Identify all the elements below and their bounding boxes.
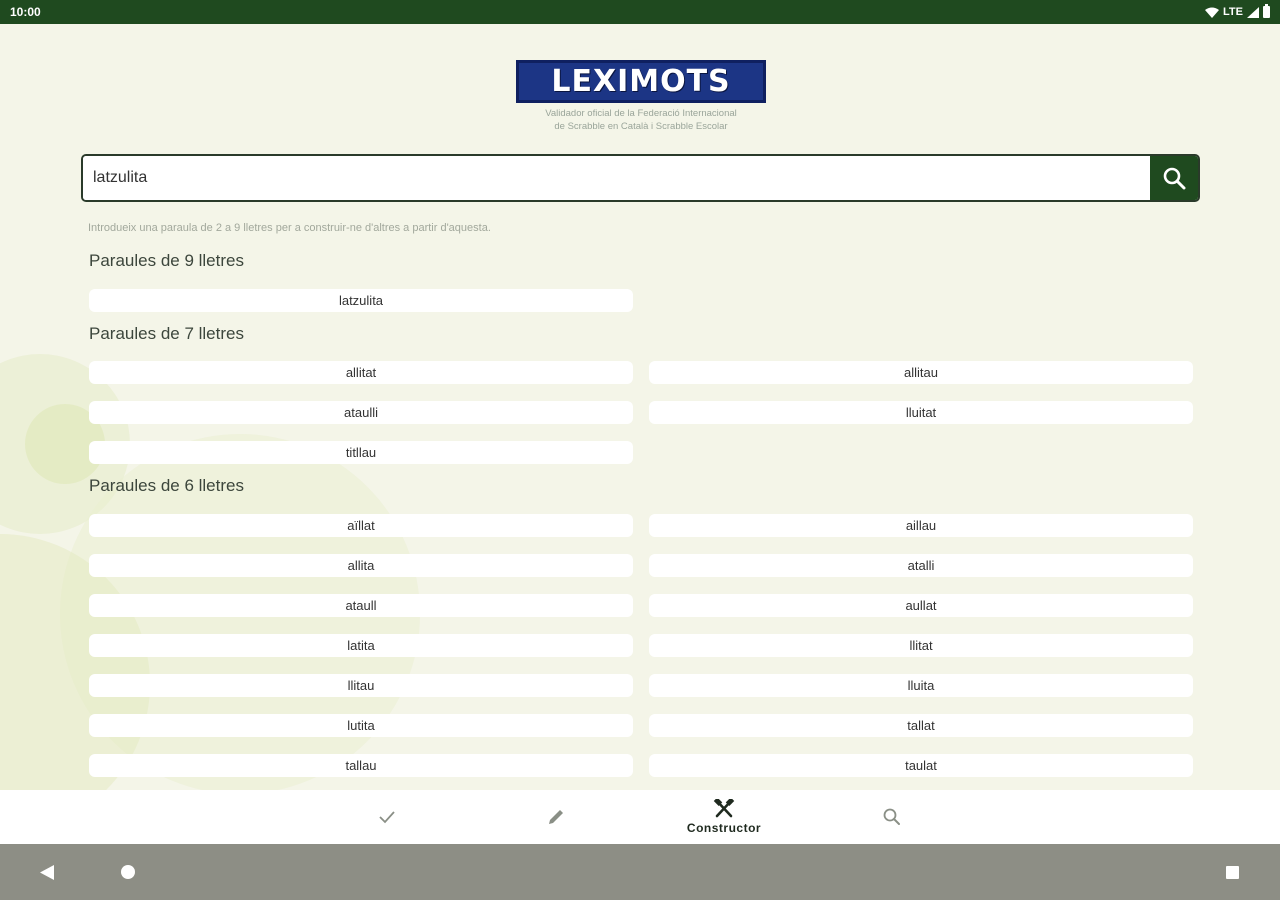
word-item[interactable]: tallau (89, 754, 633, 777)
wifi-icon (1205, 7, 1220, 18)
check-icon (379, 811, 395, 824)
search-bar (81, 154, 1200, 202)
word-item[interactable]: taulat (649, 754, 1193, 777)
section-title-7: Paraules de 7 lletres (89, 324, 244, 343)
word-item[interactable]: allita (89, 554, 633, 577)
word-item[interactable]: aïllat (89, 514, 633, 537)
status-time: 10:00 (10, 5, 41, 19)
logo-subtitle: Validador oficial de la Federació Intern… (516, 107, 766, 133)
search-icon (1163, 167, 1186, 190)
logo-box: LEXIMOTS (516, 60, 766, 103)
word-item[interactable]: llitau (89, 674, 633, 697)
network-type: LTE (1223, 6, 1243, 18)
word-item[interactable]: allitau (649, 361, 1193, 384)
word-item[interactable]: lluitat (649, 401, 1193, 424)
logo: LEXIMOTS Validador oficial de la Federac… (516, 60, 766, 133)
signal-icon (1247, 6, 1259, 18)
search-icon (883, 808, 900, 825)
home-icon[interactable] (121, 865, 135, 879)
word-item[interactable]: llitat (649, 634, 1193, 657)
section-title-6: Paraules de 6 lletres (89, 476, 244, 495)
nav-search[interactable] (842, 790, 942, 844)
section-title-9: Paraules de 9 lletres (89, 251, 244, 270)
word-item[interactable]: latita (89, 634, 633, 657)
pencil-icon (549, 810, 563, 824)
word-item[interactable]: lutita (89, 714, 633, 737)
nav-editor[interactable] (506, 790, 606, 844)
word-item[interactable]: ataull (89, 594, 633, 617)
word-item[interactable]: titllau (89, 441, 633, 464)
logo-subtitle-line2: de Scrabble en Català i Scrabble Escolar (554, 121, 728, 132)
recents-icon[interactable] (1226, 866, 1239, 879)
nav-validator[interactable] (337, 790, 437, 844)
word-item[interactable]: atalli (649, 554, 1193, 577)
status-bar: 10:00 LTE (0, 0, 1280, 24)
word-item[interactable]: allitat (89, 361, 633, 384)
system-navigation (0, 844, 1280, 900)
search-input[interactable] (83, 156, 1150, 200)
word-item[interactable]: aillau (649, 514, 1193, 537)
battery-icon (1263, 4, 1270, 18)
hint-text: Introdueix una paraula de 2 a 9 lletres … (88, 222, 491, 234)
nav-constructor-label: Constructor (686, 821, 762, 835)
word-item[interactable]: tallat (649, 714, 1193, 737)
logo-text: LEXIMOTS (551, 64, 731, 99)
main-content: LEXIMOTS Validador oficial de la Federac… (0, 24, 1280, 790)
bottom-navigation: Constructor (0, 790, 1280, 844)
tools-icon (713, 799, 735, 818)
logo-subtitle-line1: Validador oficial de la Federació Intern… (545, 108, 737, 119)
word-item[interactable]: latzulita (89, 289, 633, 312)
status-icons: LTE (1205, 4, 1270, 18)
back-icon[interactable] (40, 865, 54, 880)
word-item[interactable]: aullat (649, 594, 1193, 617)
word-item[interactable]: ataulli (89, 401, 633, 424)
nav-constructor[interactable]: Constructor (674, 790, 774, 844)
word-item[interactable]: lluita (649, 674, 1193, 697)
search-button[interactable] (1150, 156, 1198, 200)
